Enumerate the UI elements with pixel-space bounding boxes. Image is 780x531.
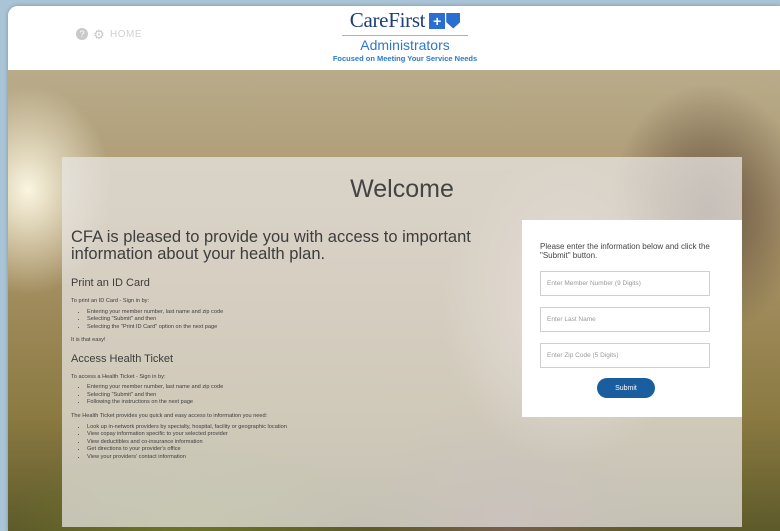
app-window: ? ⚙ HOME CareFirst + Administrators Focu… (8, 6, 780, 531)
site-header: ? ⚙ HOME CareFirst + Administrators Focu… (8, 6, 780, 70)
list-item: Selecting "Submit" and then (87, 392, 511, 400)
gear-icon[interactable]: ⚙ (93, 28, 105, 41)
print-id-steps: Entering your member number, last name a… (81, 309, 511, 332)
health-ticket-lead: To access a Health Ticket - Sign in by: (71, 373, 166, 380)
brand-divider (342, 35, 468, 36)
list-item: Entering your member number, last name a… (87, 309, 511, 317)
zip-code-input[interactable] (540, 343, 710, 368)
blue-cross-icon: + (429, 12, 446, 29)
list-item: Following the instructions on the next p… (87, 399, 511, 407)
brand-subtitle: Administrators (360, 37, 450, 53)
health-ticket-steps: Entering your member number, last name a… (81, 384, 511, 407)
health-ticket-features: Look up in-network providers by specialt… (81, 424, 511, 462)
brand-logo[interactable]: CareFirst + Administrators Focused on Me… (320, 8, 490, 63)
list-item: Look up in-network providers by specialt… (87, 424, 511, 432)
intro-text: CFA is pleased to provide you with acces… (71, 228, 471, 263)
info-column: Print an ID Card To print an ID Card - S… (71, 277, 511, 467)
list-item: View deductibles and co-insurance inform… (87, 439, 511, 447)
list-item: Selecting the "Print ID Card" option on … (87, 324, 511, 332)
list-item: View your providers' contact information (87, 454, 511, 462)
list-item: Entering your member number, last name a… (87, 384, 511, 392)
print-id-note: It is that easy! (71, 337, 106, 344)
list-item: Selecting "Submit" and then (87, 316, 511, 324)
brand-name: CareFirst (349, 8, 426, 32)
page-title: Welcome (350, 175, 454, 203)
print-id-heading: Print an ID Card (71, 277, 150, 289)
home-link[interactable]: HOME (110, 29, 142, 40)
member-number-input[interactable] (540, 271, 710, 296)
login-instructions: Please enter the information below and c… (540, 242, 710, 260)
last-name-input[interactable] (540, 307, 710, 332)
login-form: Please enter the information below and c… (522, 220, 742, 417)
blue-shield-icon (446, 12, 461, 29)
health-ticket-heading: Access Health Ticket (71, 352, 174, 365)
brand-tagline: Focused on Meeting Your Service Needs (332, 54, 478, 63)
bcbs-marks: + (429, 12, 461, 29)
print-id-lead: To print an ID Card - Sign in by: (71, 298, 150, 304)
list-item: View copay information specific to your … (87, 431, 511, 439)
hero-background: Welcome CFA is pleased to provide you wi… (8, 70, 780, 531)
list-item: Get directions to your provider's office (87, 446, 511, 454)
health-ticket-description: The Health Ticket provides you quick and… (71, 413, 268, 420)
header-nav: ? ⚙ HOME (76, 28, 142, 41)
submit-button[interactable]: Submit (597, 378, 655, 398)
help-icon[interactable]: ? (76, 28, 88, 40)
welcome-card: Welcome CFA is pleased to provide you wi… (62, 157, 742, 527)
